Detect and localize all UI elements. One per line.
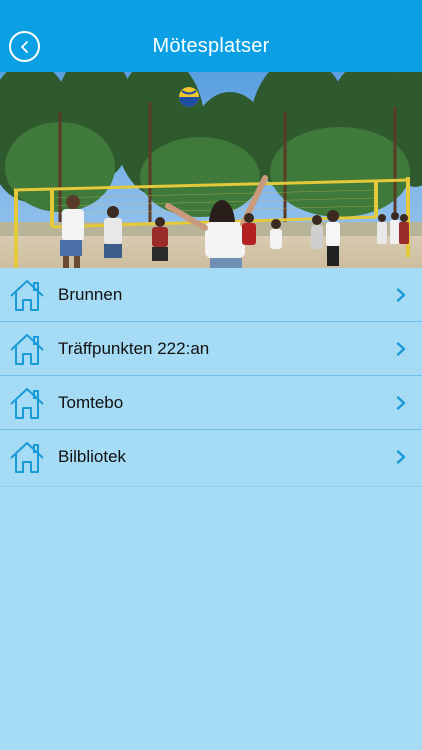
home-icon <box>10 334 44 365</box>
home-icon <box>10 388 44 419</box>
list-item-label: Träffpunkten 222:an <box>58 339 210 358</box>
chevron-right-icon <box>396 288 406 302</box>
app-screen: Mötesplatser Brunnen Träffpunkten 222:an… <box>0 0 422 750</box>
chevron-right-icon <box>396 396 406 410</box>
list-item-brunnen[interactable]: Brunnen <box>0 268 422 322</box>
home-icon <box>10 280 44 311</box>
list-item-tomtebo[interactable]: Tomtebo <box>0 376 422 430</box>
list-divider <box>0 486 422 487</box>
nav-bar: Mötesplatser <box>0 0 422 72</box>
list-item-traffpunkten[interactable]: Träffpunkten 222:an <box>0 322 422 376</box>
list-item-bilbliotek[interactable]: Bilbliotek <box>0 430 422 484</box>
chevron-right-icon <box>396 342 406 356</box>
page-title: Mötesplatser <box>152 35 270 57</box>
hero-image <box>0 72 422 268</box>
chevron-right-icon <box>396 450 406 464</box>
list-item-label: Bilbliotek <box>58 447 127 466</box>
list-item-label: Brunnen <box>58 285 123 304</box>
volleyball-photo <box>0 72 422 268</box>
places-list: Brunnen Träffpunkten 222:an Tomtebo Bilb… <box>0 268 422 484</box>
list-item-label: Tomtebo <box>58 393 124 412</box>
home-icon <box>10 442 44 473</box>
